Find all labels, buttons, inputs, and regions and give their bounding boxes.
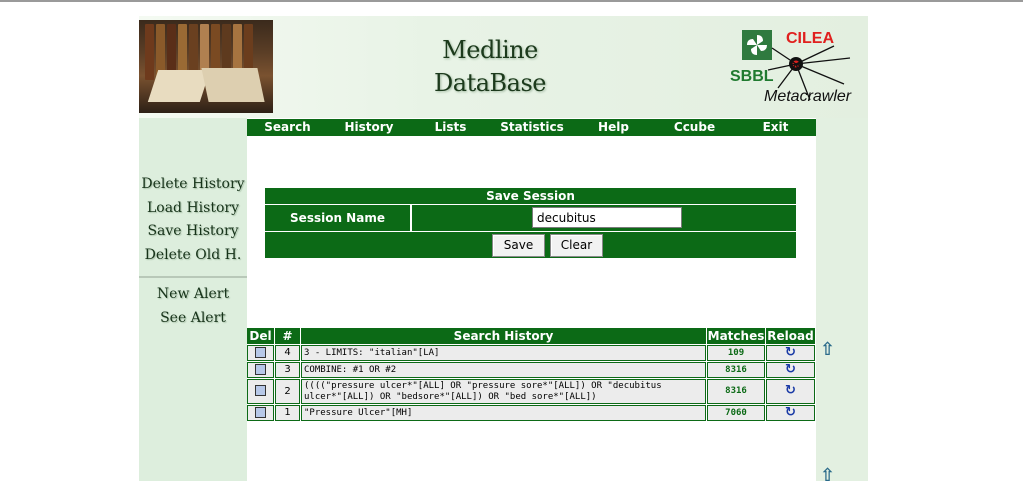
matches-count[interactable]: 7060 bbox=[707, 405, 765, 421]
nav-ccube[interactable]: Ccube bbox=[654, 119, 735, 136]
reload-icon: ↻ bbox=[785, 362, 796, 377]
reload-icon: ↻ bbox=[785, 405, 796, 420]
col-del: Del bbox=[247, 328, 274, 344]
sidebar-item-see-alert[interactable]: See Alert bbox=[139, 307, 247, 331]
trash-icon bbox=[255, 347, 266, 358]
matches-count[interactable]: 8316 bbox=[707, 379, 765, 404]
top-border bbox=[0, 0, 1023, 2]
save-session-row: Session Name bbox=[265, 205, 796, 231]
sidebar-item-save-history[interactable]: Save History bbox=[139, 220, 247, 244]
col-matches: Matches bbox=[707, 328, 765, 344]
table-row: 4 3 - LIMITS: "italian"[LA] 109 ↻ bbox=[247, 345, 815, 361]
reload-button[interactable]: ↻ bbox=[766, 362, 815, 378]
table-row: 3 COMBINE: #1 OR #2 8316 ↻ bbox=[247, 362, 815, 378]
row-number: 3 bbox=[275, 362, 300, 378]
reload-icon: ↻ bbox=[785, 383, 796, 398]
table-row: 2 (((("pressure ulcer*"[ALL] OR "pressur… bbox=[247, 379, 815, 404]
metacrawler-logo: CILEA SBBL Metacrawler bbox=[728, 24, 863, 114]
delete-button[interactable] bbox=[247, 379, 274, 404]
delete-button[interactable] bbox=[247, 405, 274, 421]
row-number: 4 bbox=[275, 345, 300, 361]
title-line-2: DataBase bbox=[434, 69, 546, 97]
reload-button[interactable]: ↻ bbox=[766, 379, 815, 404]
save-button[interactable]: Save bbox=[492, 234, 545, 257]
sidebar-item-new-alert[interactable]: New Alert bbox=[139, 283, 247, 307]
reload-icon: ↻ bbox=[785, 345, 796, 360]
save-session-buttons: Save Clear bbox=[265, 232, 796, 258]
trash-icon bbox=[255, 407, 266, 418]
sidebar-item-delete-history[interactable]: Delete History bbox=[139, 173, 247, 197]
table-header: Del # Search History Matches Reload bbox=[247, 328, 815, 344]
reload-button[interactable]: ↻ bbox=[766, 405, 815, 421]
col-search-history: Search History bbox=[301, 328, 706, 344]
sidebar-item-delete-old[interactable]: Delete Old H. bbox=[139, 244, 247, 268]
up-arrow-icon[interactable]: ⇧ bbox=[820, 467, 835, 485]
col-num: # bbox=[275, 328, 300, 344]
search-query[interactable]: (((("pressure ulcer*"[ALL] OR "pressure … bbox=[301, 379, 706, 404]
logo-sbbl: SBBL bbox=[730, 68, 774, 85]
trash-icon bbox=[255, 385, 266, 396]
save-session-heading: Save Session bbox=[265, 188, 796, 204]
row-number: 2 bbox=[275, 379, 300, 404]
top-nav: Search History Lists Statistics Help Ccu… bbox=[247, 119, 816, 136]
nav-history[interactable]: History bbox=[328, 119, 410, 136]
nav-exit[interactable]: Exit bbox=[735, 119, 816, 136]
session-name-input[interactable] bbox=[532, 207, 682, 228]
page-title: Medline DataBase bbox=[420, 34, 560, 100]
sidebar-divider bbox=[139, 276, 247, 278]
trash-icon bbox=[255, 364, 266, 375]
clear-button[interactable]: Clear bbox=[550, 234, 603, 257]
nav-statistics[interactable]: Statistics bbox=[491, 119, 573, 136]
table-row: 1 "Pressure Ulcer"[MH] 7060 ↻ bbox=[247, 405, 815, 421]
col-reload: Reload bbox=[766, 328, 815, 344]
nav-search[interactable]: Search bbox=[247, 119, 328, 136]
sidebar-alert-menu: New Alert See Alert bbox=[139, 283, 247, 330]
logo-metacrawler: Metacrawler bbox=[764, 88, 852, 105]
logo-cilea: CILEA bbox=[786, 30, 834, 47]
matches-count[interactable]: 109 bbox=[707, 345, 765, 361]
sidebar-item-load-history[interactable]: Load History bbox=[139, 197, 247, 221]
title-line-1: Medline bbox=[442, 36, 538, 64]
session-name-label: Session Name bbox=[265, 205, 412, 231]
up-arrow-icon[interactable]: ⇧ bbox=[820, 341, 835, 359]
right-sidebar bbox=[816, 118, 868, 481]
matches-count[interactable]: 8316 bbox=[707, 362, 765, 378]
search-query[interactable]: "Pressure Ulcer"[MH] bbox=[301, 405, 706, 421]
search-query[interactable]: COMBINE: #1 OR #2 bbox=[301, 362, 706, 378]
delete-button[interactable] bbox=[247, 345, 274, 361]
book-image bbox=[139, 20, 273, 113]
sidebar-history-menu: Delete History Load History Save History… bbox=[139, 173, 247, 267]
row-number: 1 bbox=[275, 405, 300, 421]
delete-button[interactable] bbox=[247, 362, 274, 378]
nav-lists[interactable]: Lists bbox=[410, 119, 491, 136]
reload-button[interactable]: ↻ bbox=[766, 345, 815, 361]
nav-help[interactable]: Help bbox=[573, 119, 654, 136]
search-query[interactable]: 3 - LIMITS: "italian"[LA] bbox=[301, 345, 706, 361]
